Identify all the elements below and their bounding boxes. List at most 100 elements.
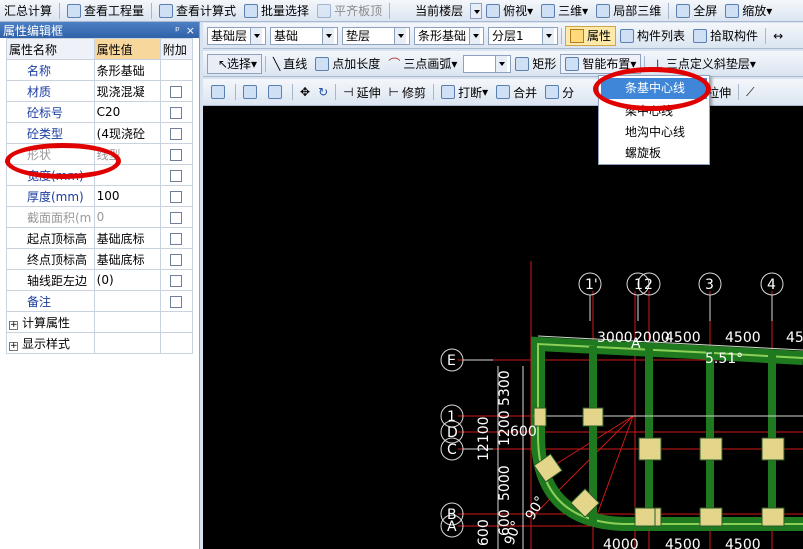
extra-checkbox[interactable] xyxy=(170,190,183,203)
top-view-button[interactable]: 俯视 ▾ xyxy=(482,1,537,21)
local-3d-button[interactable]: 局部三维 xyxy=(592,1,665,21)
batch-select-button[interactable]: 批量选择 xyxy=(240,1,313,21)
line-icon: ╲ xyxy=(273,56,281,71)
property-row[interactable]: 截面面积(m 0 xyxy=(6,206,194,228)
zoom-button[interactable]: 缩放 ▾ xyxy=(721,1,776,21)
more-button[interactable]: ↔ xyxy=(769,26,787,46)
cursor-icon: ↖ xyxy=(218,56,229,71)
split-button[interactable]: 分 xyxy=(541,82,578,102)
property-table: 属性名称 属性值 附加 名称 条形基础 材质 现浇混凝 砼标号 C20 砼类型 (4现浇砼 形状… xyxy=(6,38,194,354)
highlight-ring-menu xyxy=(593,67,711,111)
extra-checkbox[interactable] xyxy=(170,232,183,245)
axis-label-1: 1 xyxy=(634,277,643,293)
arc-button[interactable]: ⌒ 三点画弧 ▾ xyxy=(384,54,461,74)
property-value[interactable]: (4现浇砼 xyxy=(93,122,161,144)
split-label: 分 xyxy=(562,85,575,100)
pick-icon xyxy=(693,28,708,43)
property-row[interactable]: 材质 现浇混凝 xyxy=(6,80,194,102)
property-name: 轴线距左边 xyxy=(6,269,95,291)
layer-dropdown-2[interactable]: 基础 xyxy=(270,26,339,45)
dropdown-arrow-icon xyxy=(495,55,508,72)
mirror-tool[interactable] xyxy=(239,82,264,102)
floor-dropdown[interactable] xyxy=(467,2,483,20)
extra-checkbox[interactable] xyxy=(170,295,183,308)
rectangle-button[interactable]: 矩形 xyxy=(511,54,560,74)
fullscreen-button[interactable]: 全屏 xyxy=(672,1,721,21)
property-value[interactable] xyxy=(93,290,161,312)
property-extra-cell xyxy=(159,122,194,144)
property-value[interactable]: 现浇混凝 xyxy=(93,80,161,102)
rotate-icon: ↻ xyxy=(318,85,329,99)
extra-checkbox[interactable] xyxy=(170,127,183,140)
view-formula-button[interactable]: 查看计算式 xyxy=(155,1,240,21)
line-button[interactable]: ╲ 直线 xyxy=(269,54,311,74)
property-value[interactable]: C20 xyxy=(93,101,161,123)
property-group-row[interactable]: + 显示样式 xyxy=(6,332,194,354)
extra-checkbox[interactable] xyxy=(170,169,183,182)
property-value[interactable]: 基础底标 xyxy=(93,227,161,249)
property-row[interactable]: 备注 xyxy=(6,290,194,312)
flip-tool[interactable] xyxy=(264,82,289,102)
extend-icon: ⊣ xyxy=(343,85,354,99)
extra-checkbox[interactable] xyxy=(170,253,183,266)
expand-icon[interactable]: + xyxy=(9,341,18,351)
arc-option-dropdown[interactable] xyxy=(463,54,512,73)
menu-item-trench-centerline[interactable]: 地沟中心线 xyxy=(599,122,709,143)
header-extra: 附加 xyxy=(159,38,194,60)
property-row[interactable]: 终点顶标高 基础底标 xyxy=(6,248,194,270)
layer-dropdown-1[interactable]: 基础层 xyxy=(207,26,267,45)
drawing-canvas[interactable]: 1' 1 2 3 4 E 1 D C B A 3000 2000 4500 45… xyxy=(203,106,803,549)
measure-tool[interactable]: ⟋ xyxy=(742,82,758,102)
brush-tool[interactable] xyxy=(207,82,232,102)
component-list-button[interactable]: 构件列表 xyxy=(616,26,689,46)
property-value[interactable]: 基础底标 xyxy=(93,248,161,270)
property-extra-cell xyxy=(159,248,194,270)
property-row[interactable]: 起点顶标高 基础底标 xyxy=(6,227,194,249)
extra-checkbox[interactable] xyxy=(170,148,183,161)
expand-icon[interactable]: + xyxy=(9,320,18,330)
trim-button[interactable]: ⊢ 修剪 xyxy=(385,82,430,102)
property-row[interactable]: 砼类型 (4现浇砼 xyxy=(6,122,194,144)
3d-view-button[interactable]: 三维 ▾ xyxy=(537,1,592,21)
merge-button[interactable]: 合并 xyxy=(492,82,541,102)
select-button[interactable]: ↖ 选择 ▾ xyxy=(207,53,263,74)
pin-icon[interactable]: ᵖ xyxy=(175,24,180,37)
point-extend-button[interactable]: 点加长度 xyxy=(311,54,384,74)
axis-label-c: C xyxy=(447,442,457,458)
extra-checkbox[interactable] xyxy=(170,274,183,287)
property-value[interactable]: 0 xyxy=(93,206,161,228)
property-value[interactable]: 条形基础 xyxy=(93,59,161,81)
menu-item-spiral-slab[interactable]: 螺旋板 xyxy=(599,143,709,164)
property-row[interactable]: 厚度(mm) 100 xyxy=(6,185,194,207)
summary-calc-button[interactable]: 汇总计算 xyxy=(0,1,56,21)
property-row[interactable]: 名称 条形基础 xyxy=(6,59,194,81)
property-group[interactable]: + 显示样式 xyxy=(6,332,95,354)
axis-label-2: 2 xyxy=(644,277,653,293)
property-row[interactable]: 轴线距左边 (0) xyxy=(6,269,194,291)
properties-button[interactable]: 属性 xyxy=(565,25,617,46)
rotate-tool[interactable]: ↻ xyxy=(314,82,332,102)
move-tool[interactable]: ✥ xyxy=(296,82,314,102)
extra-checkbox[interactable] xyxy=(170,211,183,224)
sublayer-dropdown[interactable]: 分层1 xyxy=(488,26,559,45)
pick-component-button[interactable]: 拾取构件 xyxy=(689,26,762,46)
cad-drawing[interactable]: 1' 1 2 3 4 E 1 D C B A 3000 2000 4500 45… xyxy=(203,106,803,549)
property-row[interactable]: 砼标号 C20 xyxy=(6,101,194,123)
view-quantity-button[interactable]: 查看工程量 xyxy=(63,1,148,21)
property-name: 截面面积(m xyxy=(6,206,95,228)
property-value[interactable]: (0) xyxy=(93,269,161,291)
property-name: 厚度(mm) xyxy=(6,185,95,207)
extra-checkbox[interactable] xyxy=(170,106,183,119)
extra-checkbox[interactable] xyxy=(170,85,183,98)
flush-slab-top-button[interactable]: 平齐板顶 xyxy=(313,1,386,21)
property-value[interactable]: 100 xyxy=(93,185,161,207)
zoom-icon xyxy=(725,3,740,18)
break-button[interactable]: 打断 ▾ xyxy=(437,82,492,102)
property-group-row[interactable]: + 计算属性 xyxy=(6,311,194,333)
property-group[interactable]: + 计算属性 xyxy=(6,311,95,333)
type-dropdown[interactable]: 垫层 xyxy=(342,26,411,45)
component-dropdown[interactable]: 条形基础 xyxy=(414,26,485,45)
divider xyxy=(738,84,740,100)
extend-button[interactable]: ⊣ 延伸 xyxy=(339,82,384,102)
close-icon[interactable]: × xyxy=(186,24,195,37)
